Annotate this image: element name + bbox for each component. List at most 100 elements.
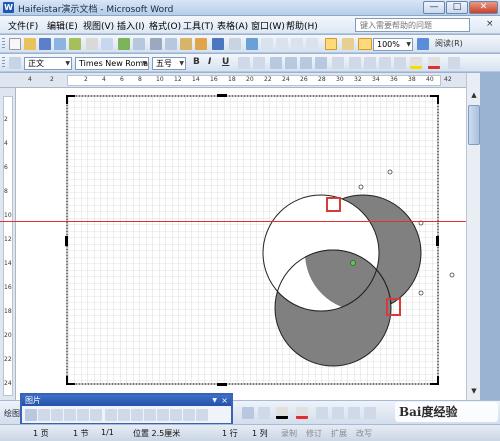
print-icon[interactable] [86,38,98,50]
fill-color-icon[interactable] [258,407,270,419]
rotation-handle[interactable] [350,260,356,266]
menu-view[interactable]: 视图(V) [83,19,114,32]
format-picture-icon[interactable] [170,409,182,421]
more-contrast-icon[interactable] [51,409,63,421]
status-extend[interactable]: 扩展 [331,428,347,439]
insert-picture-icon[interactable] [25,409,37,421]
resize-handle[interactable] [436,236,439,246]
text-wrapping-icon[interactable] [157,409,169,421]
line-style-icon[interactable] [316,407,328,419]
help-icon[interactable] [417,38,429,50]
minimize-button[interactable]: — [423,1,445,14]
arrow-style-icon[interactable] [348,407,360,419]
vertical-ruler[interactable]: 2 4 6 8 10 12 14 16 18 20 22 24 [0,88,16,400]
drawing-toggle-icon[interactable] [325,38,337,50]
increase-indent-icon[interactable] [394,57,406,69]
open-folder-icon[interactable] [24,38,36,50]
resize-handle[interactable] [217,94,227,97]
selection-handle[interactable] [358,184,364,190]
menu-help[interactable]: 帮助(H) [286,19,318,32]
less-contrast-icon[interactable] [64,409,76,421]
less-brightness-icon[interactable] [90,409,102,421]
help-search-input[interactable] [355,18,470,32]
toolbar-grip[interactable] [2,38,5,50]
document-map-icon[interactable] [342,38,354,50]
status-track-changes[interactable]: 修订 [306,428,322,439]
copy-icon[interactable] [165,38,177,50]
more-brightness-icon[interactable] [77,409,89,421]
toolbar-grip[interactable] [2,57,5,69]
columns-icon[interactable] [306,38,318,50]
menu-edit[interactable]: 编辑(E) [47,19,78,32]
font-select[interactable]: Times New Roman ▼ [75,57,149,70]
scroll-down-icon[interactable]: ▼ [468,385,480,397]
underline-button[interactable]: U [222,57,229,67]
highlight-color-icon[interactable] [410,57,422,69]
color-icon[interactable] [38,409,50,421]
menu-file[interactable]: 文件(F) [8,19,38,32]
dash-style-icon[interactable] [332,407,344,419]
resize-handle[interactable] [65,236,68,246]
show-formatting-icon[interactable] [358,38,372,50]
close-icon[interactable]: × [221,395,228,406]
bold-button[interactable]: B [193,57,200,67]
numbering-icon[interactable] [349,57,361,69]
close-button[interactable]: ✕ [469,1,498,14]
permission-icon[interactable] [54,38,66,50]
selection-handle[interactable] [449,272,455,278]
reading-mode-button[interactable]: 阅读(R) [435,38,463,49]
status-record[interactable]: 录制 [281,428,297,439]
line-color-icon[interactable] [276,407,288,419]
selection-handle[interactable] [387,169,393,175]
horizontal-ruler[interactable]: 4 2 2 4 6 8 10 12 14 16 18 20 22 24 26 28 30 32 34 36 38 40 42 [0,73,500,88]
format-painter-icon[interactable] [195,38,207,50]
close-document-icon[interactable]: × [486,19,494,29]
line-spacing-icon[interactable] [332,57,344,69]
char-border-icon[interactable] [238,57,250,69]
insert-excel-icon[interactable] [291,38,303,50]
menu-tools[interactable]: 工具(T) [183,19,214,32]
scrollbar-thumb[interactable] [468,105,480,145]
crop-icon[interactable] [105,409,117,421]
zoom-select[interactable]: 100% ▼ [373,38,413,51]
research-icon[interactable] [133,38,145,50]
undo-icon[interactable] [212,38,224,50]
font-size-select[interactable]: 五号 ▼ [152,57,186,70]
transparent-color-icon[interactable] [183,409,195,421]
drawing-canvas[interactable] [16,88,466,400]
redo-icon[interactable] [229,38,241,50]
scroll-up-icon[interactable]: ▲ [468,89,480,101]
font-color-icon[interactable] [428,57,440,69]
bullets-icon[interactable] [364,57,376,69]
shadow-style-icon[interactable] [364,407,376,419]
picture-toolbar-title[interactable]: 图片 [22,395,231,406]
hyperlink-icon[interactable] [246,38,258,50]
align-center-icon[interactable] [285,57,297,69]
status-overtype[interactable]: 改写 [356,428,372,439]
chevron-down-icon[interactable]: ▼ [212,395,217,406]
email-icon[interactable] [69,38,81,50]
drawing-menu[interactable]: 绘图 [4,408,20,419]
reset-picture-icon[interactable] [196,409,208,421]
italic-button[interactable]: I [208,57,211,67]
menu-window[interactable]: 窗口(W) [251,19,285,32]
style-select[interactable]: 正文 ▼ [24,57,72,70]
word-app-icon[interactable]: W [3,2,14,13]
print-preview-icon[interactable] [101,38,113,50]
cut-icon[interactable] [150,38,162,50]
styles-pane-icon[interactable] [9,57,21,69]
menu-table[interactable]: 表格(A) [217,19,248,32]
char-shading-icon[interactable] [253,57,265,69]
vertical-scrollbar[interactable]: ▲ ▼ [466,73,480,400]
shapes-icon[interactable] [242,407,254,419]
new-document-icon[interactable] [9,38,21,50]
compress-icon[interactable] [144,409,156,421]
spelling-icon[interactable] [118,38,130,50]
menu-insert[interactable]: 插入(I) [117,19,145,32]
font-color-icon[interactable] [296,407,308,419]
toolbar-options-icon[interactable] [448,57,460,69]
justify-icon[interactable] [315,57,327,69]
resize-handle[interactable] [217,383,227,386]
save-icon[interactable] [39,38,51,50]
menu-format[interactable]: 格式(O) [149,19,181,32]
